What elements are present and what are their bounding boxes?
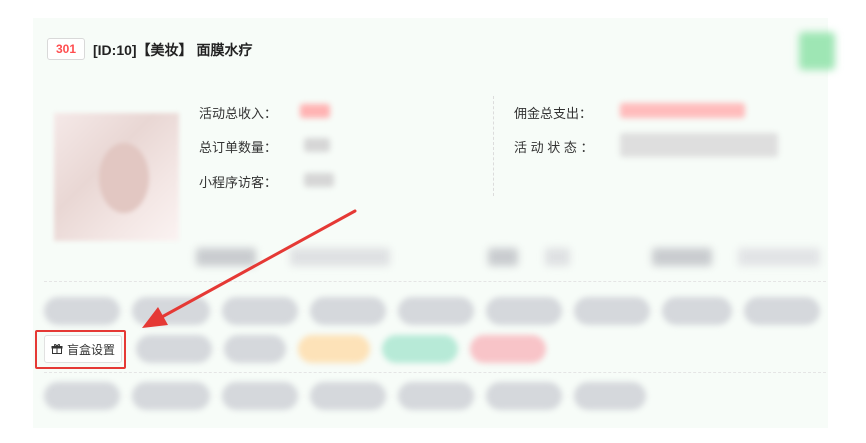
annotation-arrow bbox=[142, 209, 357, 328]
